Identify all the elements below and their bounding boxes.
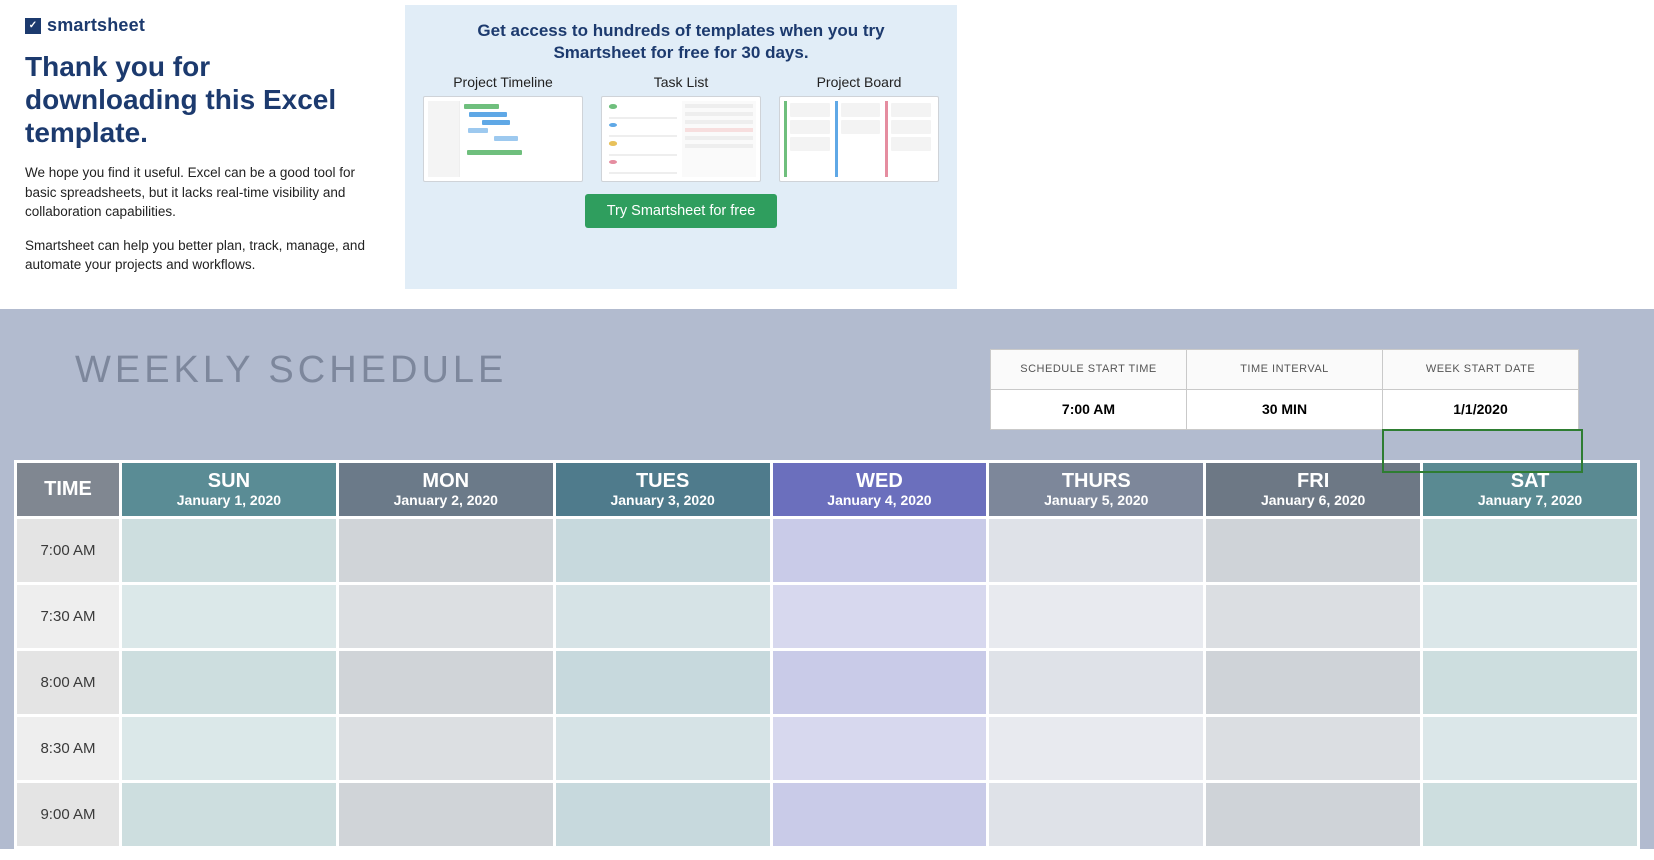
schedule-cell[interactable] <box>1205 715 1422 781</box>
time-cell: 9:00 AM <box>16 781 121 847</box>
time-cell: 7:00 AM <box>16 517 121 583</box>
day-date: January 3, 2020 <box>556 492 770 508</box>
day-name: TUES <box>556 470 770 492</box>
time-cell: 8:00 AM <box>16 649 121 715</box>
day-header-fri: FRIJanuary 6, 2020 <box>1205 461 1422 517</box>
smartsheet-logo: ✓ smartsheet <box>25 15 375 36</box>
day-header-thurs: THURSJanuary 5, 2020 <box>988 461 1205 517</box>
schedule-cell[interactable] <box>121 781 338 847</box>
schedule-params-table: SCHEDULE START TIME TIME INTERVAL WEEK S… <box>990 349 1579 430</box>
schedule-top: WEEKLY SCHEDULE SCHEDULE START TIME TIME… <box>0 349 1654 460</box>
thumb-title: Task List <box>601 74 761 90</box>
schedule-cell[interactable] <box>1422 583 1639 649</box>
logo-text: smartsheet <box>47 15 145 36</box>
thumb-project-board[interactable]: Project Board <box>779 74 939 182</box>
schedule-cell[interactable] <box>1422 715 1639 781</box>
day-name: MON <box>339 470 553 492</box>
thumb-preview-icon <box>779 96 939 182</box>
schedule-cell[interactable] <box>337 781 554 847</box>
promo-banner: ✓ smartsheet Thank you for downloading t… <box>0 0 1654 294</box>
schedule-cell[interactable] <box>988 649 1205 715</box>
day-date: January 4, 2020 <box>773 492 987 508</box>
promo-right: Get access to hundreds of templates when… <box>405 5 957 289</box>
day-name: SAT <box>1423 470 1637 492</box>
thumb-title: Project Board <box>779 74 939 90</box>
schedule-cell[interactable] <box>1205 517 1422 583</box>
schedule-title: WEEKLY SCHEDULE <box>75 349 507 392</box>
template-thumbnails: Project Timeline Task List <box>423 74 939 182</box>
schedule-region: WEEKLY SCHEDULE SCHEDULE START TIME TIME… <box>0 309 1654 849</box>
day-header-sat: SATJanuary 7, 2020 <box>1422 461 1639 517</box>
promo-paragraph-2: Smartsheet can help you better plan, tra… <box>25 236 375 275</box>
param-label-start-time: SCHEDULE START TIME <box>991 349 1187 389</box>
schedule-cell[interactable] <box>771 715 988 781</box>
thumb-project-timeline[interactable]: Project Timeline <box>423 74 583 182</box>
time-cell: 8:30 AM <box>16 715 121 781</box>
thumb-preview-icon <box>601 96 761 182</box>
schedule-cell[interactable] <box>1205 583 1422 649</box>
promo-left: ✓ smartsheet Thank you for downloading t… <box>25 5 375 289</box>
schedule-cell[interactable] <box>1205 649 1422 715</box>
schedule-cell[interactable] <box>554 517 771 583</box>
day-name: THURS <box>989 470 1203 492</box>
day-name: WED <box>773 470 987 492</box>
schedule-cell[interactable] <box>337 715 554 781</box>
schedule-cell[interactable] <box>1205 781 1422 847</box>
schedule-cell[interactable] <box>771 517 988 583</box>
time-header: TIME <box>16 461 121 517</box>
param-label-interval: TIME INTERVAL <box>1187 349 1383 389</box>
try-smartsheet-button[interactable]: Try Smartsheet for free <box>585 194 778 228</box>
schedule-cell[interactable] <box>554 583 771 649</box>
schedule-cell[interactable] <box>121 583 338 649</box>
promo-paragraph-1: We hope you find it useful. Excel can be… <box>25 163 375 222</box>
schedule-cell[interactable] <box>121 649 338 715</box>
schedule-cell[interactable] <box>1422 781 1639 847</box>
schedule-cell[interactable] <box>121 715 338 781</box>
schedule-cell[interactable] <box>554 715 771 781</box>
day-date: January 5, 2020 <box>989 492 1203 508</box>
schedule-grid: TIMESUNJanuary 1, 2020MONJanuary 2, 2020… <box>14 460 1640 849</box>
logo-mark-icon: ✓ <box>25 18 41 34</box>
param-value-start-time[interactable]: 7:00 AM <box>991 389 1187 429</box>
schedule-cell[interactable] <box>988 517 1205 583</box>
schedule-cell[interactable] <box>337 649 554 715</box>
day-header-wed: WEDJanuary 4, 2020 <box>771 461 988 517</box>
day-date: January 2, 2020 <box>339 492 553 508</box>
promo-heading: Thank you for downloading this Excel tem… <box>25 50 375 149</box>
day-name: FRI <box>1206 470 1420 492</box>
day-date: January 6, 2020 <box>1206 492 1420 508</box>
time-cell: 7:30 AM <box>16 583 121 649</box>
day-header-mon: MONJanuary 2, 2020 <box>337 461 554 517</box>
param-value-week-start[interactable]: 1/1/2020 <box>1383 389 1579 429</box>
param-label-week-start: WEEK START DATE <box>1383 349 1579 389</box>
thumb-task-list[interactable]: Task List <box>601 74 761 182</box>
schedule-cell[interactable] <box>554 781 771 847</box>
day-name: SUN <box>122 470 336 492</box>
schedule-cell[interactable] <box>988 781 1205 847</box>
schedule-cell[interactable] <box>1422 517 1639 583</box>
schedule-cell[interactable] <box>771 781 988 847</box>
schedule-cell[interactable] <box>771 583 988 649</box>
param-value-interval[interactable]: 30 MIN <box>1187 389 1383 429</box>
day-header-tues: TUESJanuary 3, 2020 <box>554 461 771 517</box>
day-date: January 7, 2020 <box>1423 492 1637 508</box>
schedule-cell[interactable] <box>554 649 771 715</box>
schedule-cell[interactable] <box>771 649 988 715</box>
thumb-title: Project Timeline <box>423 74 583 90</box>
schedule-cell[interactable] <box>988 583 1205 649</box>
day-header-sun: SUNJanuary 1, 2020 <box>121 461 338 517</box>
schedule-cell[interactable] <box>121 517 338 583</box>
thumb-preview-icon <box>423 96 583 182</box>
schedule-cell[interactable] <box>337 517 554 583</box>
schedule-cell[interactable] <box>337 583 554 649</box>
day-date: January 1, 2020 <box>122 492 336 508</box>
promo-headline: Get access to hundreds of templates when… <box>451 20 911 64</box>
schedule-cell[interactable] <box>1422 649 1639 715</box>
schedule-cell[interactable] <box>988 715 1205 781</box>
